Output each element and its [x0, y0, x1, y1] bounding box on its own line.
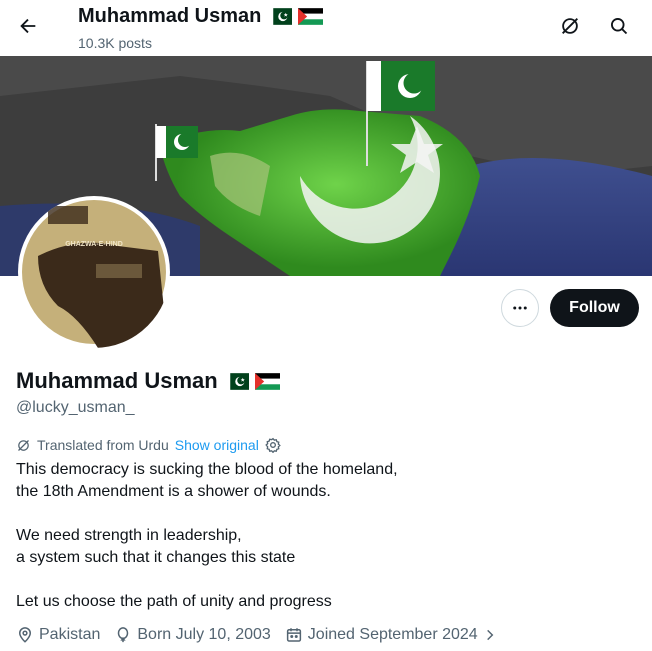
back-button[interactable]: [12, 10, 44, 42]
more-options-button[interactable]: [501, 289, 539, 327]
profile-name-text: Muhammad Usman: [16, 368, 218, 393]
pakistan-flag-icon: [267, 8, 293, 25]
bio-line: [16, 503, 398, 525]
balloon-icon: [118, 627, 129, 643]
bio-line: [16, 569, 398, 591]
birthday-text: Born July 10, 2003: [137, 626, 271, 643]
palestine-flag-icon: [254, 372, 280, 390]
avatar-text: GHAZWA-E-HIND: [65, 241, 123, 248]
profile-bio: This democracy is sucking the blood of t…: [16, 459, 398, 613]
joined-date[interactable]: Joined September 2024: [285, 626, 497, 644]
birthday: Born July 10, 2003: [114, 626, 271, 644]
location-text: Pakistan: [39, 626, 101, 643]
search-icon: [611, 18, 628, 35]
bio-line: Let us choose the path of unity and prog…: [16, 593, 332, 610]
translated-label: Translated from Urdu: [37, 437, 169, 453]
show-original-link[interactable]: Show original: [175, 437, 259, 453]
bio-line: We need strength in leadership,: [16, 527, 242, 544]
top-bar: Muhammad Usman 10.3K posts: [0, 0, 652, 56]
posts-count: 10.3K posts: [78, 35, 152, 51]
translation-notice: Translated from Urdu Show original: [16, 437, 281, 453]
chevron-right-icon[interactable]: [483, 628, 497, 642]
joined-text: Joined September 2024: [307, 626, 478, 643]
location-pin-icon: [18, 627, 32, 643]
profile-avatar[interactable]: GHAZWA-E-HIND: [18, 196, 170, 348]
calendar-icon: [286, 628, 301, 642]
bio-line: the 18th Amendment is a shower of wounds…: [16, 483, 331, 500]
settings-icon[interactable]: [265, 437, 281, 453]
translate-icon: [18, 439, 29, 451]
location: Pakistan: [16, 626, 100, 644]
follow-button[interactable]: Follow: [550, 289, 639, 327]
header-name: Muhammad Usman: [78, 5, 262, 27]
bio-line: This democracy is sucking the blood of t…: [16, 461, 398, 478]
header-title: Muhammad Usman: [78, 5, 324, 28]
avatar-image: GHAZWA-E-HIND: [22, 200, 168, 348]
translate-button[interactable]: [556, 12, 584, 40]
translate-icon: [562, 18, 578, 34]
profile-handle: @lucky_usman_: [16, 399, 135, 416]
profile-meta: Pakistan Born July 10, 2003 Joined Septe…: [16, 626, 511, 644]
more-icon: [513, 306, 527, 310]
search-button[interactable]: [605, 12, 633, 40]
palestine-flag-icon: [298, 8, 324, 25]
pakistan-flag-icon: [223, 372, 249, 390]
arrow-left-icon: [20, 18, 36, 34]
bio-line: a system such that it changes this state: [16, 549, 296, 566]
profile-name: Muhammad Usman: [16, 368, 280, 394]
